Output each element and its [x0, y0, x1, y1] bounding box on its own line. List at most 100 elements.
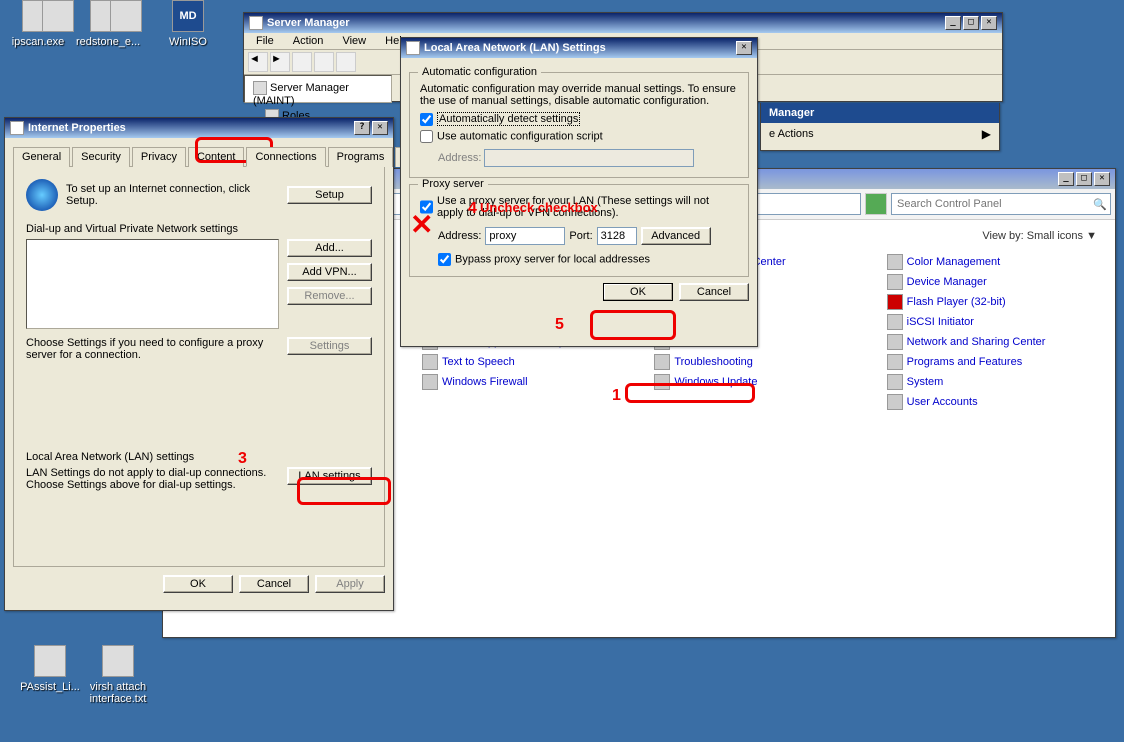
setup-button[interactable]: Setup: [287, 186, 372, 204]
checkbox-label: Use automatic configuration script: [437, 130, 603, 142]
color-icon: [887, 254, 903, 270]
remove-button[interactable]: Remove...: [287, 287, 372, 305]
search-bar[interactable]: 🔍: [891, 193, 1111, 215]
proxy-address-input[interactable]: [485, 227, 565, 245]
cp-item-troubleshoot[interactable]: Troubleshooting: [650, 352, 872, 372]
dialup-list[interactable]: [26, 239, 279, 329]
close-button[interactable]: ✕: [736, 41, 752, 55]
lan-settings-button[interactable]: LAN settings: [287, 467, 372, 485]
desktop-icon[interactable]: virsh attach interface.txt: [88, 645, 148, 705]
refresh-icon[interactable]: [292, 52, 312, 72]
update-icon: [654, 374, 670, 390]
internet-properties-dialog: Internet Properties ? ✕ General Security…: [4, 117, 394, 611]
md5-icon: MD: [172, 0, 204, 32]
cp-item-system[interactable]: System: [883, 372, 1105, 392]
cp-item-network[interactable]: Network and Sharing Center: [883, 332, 1105, 352]
cp-item-firewall[interactable]: Windows Firewall: [418, 372, 640, 392]
menu-action[interactable]: Action: [285, 33, 332, 49]
use-proxy-checkbox[interactable]: [420, 195, 433, 219]
forward-icon[interactable]: ►: [270, 52, 290, 72]
search-input[interactable]: [894, 195, 1092, 213]
cp-item-color[interactable]: Color Management: [883, 252, 1105, 272]
titlebar[interactable]: Local Area Network (LAN) Settings ✕: [401, 38, 757, 58]
app-icon: [42, 0, 74, 32]
search-icon[interactable]: 🔍: [1092, 198, 1108, 211]
titlebar[interactable]: Server Manager _ □ ✕: [244, 13, 1002, 33]
properties-icon[interactable]: [314, 52, 334, 72]
checkbox-label: Bypass proxy server for local addresses: [455, 253, 650, 265]
use-proxy-label[interactable]: Use a proxy server for your LAN (These s…: [420, 195, 738, 219]
auto-detect-label[interactable]: Automatically detect settings: [420, 113, 580, 125]
close-button[interactable]: ✕: [372, 121, 388, 135]
maximize-button[interactable]: □: [963, 16, 979, 30]
viewby-dropdown[interactable]: Small icons ▼: [1027, 230, 1097, 242]
tab-content[interactable]: Content: [188, 147, 245, 167]
cp-item-users[interactable]: User Accounts: [883, 392, 1105, 412]
auto-script-label[interactable]: Use automatic configuration script: [420, 130, 603, 143]
bypass-checkbox[interactable]: [438, 253, 451, 266]
tab-security[interactable]: Security: [72, 147, 130, 167]
proxy-group: Proxy server Use a proxy server for your…: [409, 184, 749, 277]
tree-view[interactable]: Server Manager (MAINT) Roles: [244, 75, 392, 103]
maximize-button[interactable]: □: [1076, 172, 1092, 186]
server-manager-pane: Manager e Actions▶: [760, 103, 1000, 151]
close-button[interactable]: ✕: [981, 16, 997, 30]
troubleshoot-icon: [654, 354, 670, 370]
cp-item-winupdate[interactable]: Windows Update: [650, 372, 872, 392]
cp-label: iSCSI Initiator: [907, 316, 974, 328]
cp-item-tts[interactable]: Text to Speech: [418, 352, 640, 372]
desktop-icon[interactable]: PAssist_Li...: [20, 645, 80, 693]
group-legend: Automatic configuration: [418, 66, 541, 78]
advanced-button[interactable]: Advanced: [641, 227, 711, 245]
group-legend: Proxy server: [418, 178, 488, 190]
tab-connections[interactable]: Connections: [246, 147, 325, 167]
tab-programs[interactable]: Programs: [328, 147, 394, 167]
minimize-button[interactable]: _: [1058, 172, 1074, 186]
network-icon: [887, 334, 903, 350]
cp-item-flash[interactable]: Flash Player (32-bit): [883, 292, 1105, 312]
go-button[interactable]: [865, 193, 887, 215]
tab-privacy[interactable]: Privacy: [132, 147, 186, 167]
cancel-button[interactable]: Cancel: [239, 575, 309, 593]
titlebar[interactable]: Internet Properties ? ✕: [5, 118, 393, 138]
tab-general[interactable]: General: [13, 147, 70, 167]
minimize-button[interactable]: _: [945, 16, 961, 30]
cp-label: Programs and Features: [907, 356, 1023, 368]
proxy-address-label: Address:: [438, 230, 481, 242]
icon-label: ipscan.exe: [8, 36, 68, 48]
action-row[interactable]: e Actions▶: [761, 123, 999, 145]
cp-item-programs[interactable]: Programs and Features: [883, 352, 1105, 372]
server-icon: [249, 16, 263, 30]
help-icon[interactable]: [336, 52, 356, 72]
desktop-icon[interactable]: MD: [158, 0, 218, 36]
cp-item-devmgr[interactable]: Device Manager: [883, 272, 1105, 292]
cancel-button[interactable]: Cancel: [679, 283, 749, 301]
menu-view[interactable]: View: [334, 33, 374, 49]
cp-item-iscsi[interactable]: iSCSI Initiator: [883, 312, 1105, 332]
cp-label: Troubleshooting: [674, 356, 752, 368]
back-icon[interactable]: ◄: [248, 52, 268, 72]
menu-file[interactable]: File: [248, 33, 282, 49]
cp-label: Windows Update: [674, 376, 757, 388]
help-button[interactable]: ?: [354, 121, 370, 135]
bypass-label[interactable]: Bypass proxy server for local addresses: [420, 253, 650, 266]
apply-button[interactable]: Apply: [315, 575, 385, 593]
desktop-icon[interactable]: [96, 0, 156, 36]
close-button[interactable]: ✕: [1094, 172, 1110, 186]
tree-root[interactable]: Server Manager (MAINT): [249, 80, 387, 108]
icon-label: WinISO: [158, 36, 218, 48]
script-address-input: [484, 149, 694, 167]
desktop-icon[interactable]: [28, 0, 88, 36]
app-icon: [110, 0, 142, 32]
add-vpn-button[interactable]: Add VPN...: [287, 263, 372, 281]
ok-button[interactable]: OK: [603, 283, 673, 301]
auto-detect-checkbox[interactable]: [420, 113, 433, 126]
add-button[interactable]: Add...: [287, 239, 372, 257]
app-icon: [34, 645, 66, 677]
lan-settings-dialog: Local Area Network (LAN) Settings ✕ Auto…: [400, 37, 758, 347]
ok-button[interactable]: OK: [163, 575, 233, 593]
programs-icon: [887, 354, 903, 370]
port-input[interactable]: [597, 227, 637, 245]
auto-script-checkbox[interactable]: [420, 130, 433, 143]
settings-button[interactable]: Settings: [287, 337, 372, 355]
